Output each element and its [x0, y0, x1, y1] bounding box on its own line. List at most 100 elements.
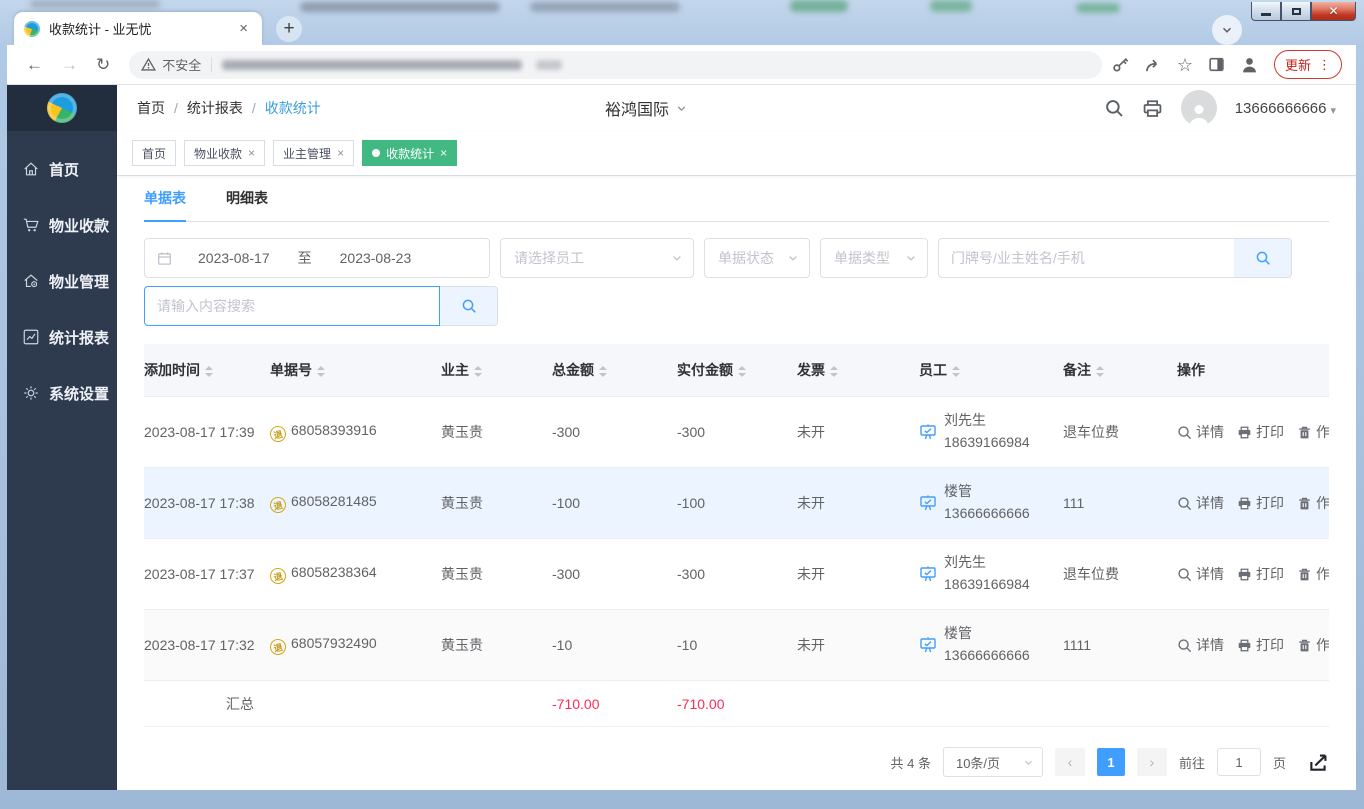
project-selector[interactable]: 裕鸿国际: [605, 96, 688, 120]
tag-property-payment[interactable]: 物业收款 ×: [184, 140, 265, 166]
tag-close-icon[interactable]: ×: [337, 146, 344, 160]
next-page-button[interactable]: ›: [1137, 748, 1167, 776]
sidebar-item-property-mgmt[interactable]: 物业管理: [7, 253, 117, 309]
password-key-icon[interactable]: [1112, 56, 1129, 73]
export-icon[interactable]: [1308, 752, 1329, 773]
sidebar-item-reports[interactable]: 统计报表: [7, 309, 117, 365]
sort-icon[interactable]: [205, 366, 213, 377]
forward-button[interactable]: →: [52, 55, 87, 75]
new-tab-button[interactable]: +: [276, 16, 302, 42]
reload-button[interactable]: ↻: [87, 55, 119, 75]
cell-paid: -300: [677, 566, 797, 582]
side-panel-icon[interactable]: [1208, 56, 1225, 73]
void-action[interactable]: 作废: [1297, 493, 1329, 513]
app-logo[interactable]: [7, 85, 117, 131]
chart-icon: [22, 328, 40, 346]
bookmark-star-icon[interactable]: ☆: [1177, 56, 1193, 74]
minimize-button[interactable]: [1251, 2, 1281, 21]
sort-icon[interactable]: [599, 366, 607, 377]
col-header[interactable]: 实付金额: [677, 360, 797, 380]
page-number-button[interactable]: 1: [1097, 748, 1125, 776]
maximize-button[interactable]: [1281, 2, 1311, 21]
sort-icon[interactable]: [317, 366, 325, 377]
col-header[interactable]: 发票: [797, 360, 919, 380]
close-button[interactable]: ✕: [1311, 2, 1356, 21]
breadcrumb-reports[interactable]: 统计报表: [187, 98, 243, 118]
active-dot-icon: [372, 149, 380, 157]
void-action[interactable]: 作废: [1297, 422, 1329, 442]
tab-search-button[interactable]: [1212, 15, 1242, 45]
cell-time: 2023-08-17 17:39: [144, 424, 270, 440]
tag-close-icon[interactable]: ×: [248, 146, 255, 160]
date-end: 2023-08-23: [340, 250, 412, 266]
col-header: 操作: [1177, 360, 1329, 380]
keyword-search-button[interactable]: [1234, 238, 1292, 278]
site-favicon-icon: [24, 21, 40, 37]
print-action[interactable]: 打印: [1237, 564, 1284, 584]
browser-profile-icon[interactable]: [1240, 55, 1259, 74]
property-icon: [22, 272, 40, 290]
sidebar-item-property-payment[interactable]: 物业收款: [7, 197, 117, 253]
date-range-picker[interactable]: 2023-08-17 至 2023-08-23: [144, 238, 490, 278]
col-header[interactable]: 添加时间: [144, 360, 270, 380]
browser-menu-icon[interactable]: ⋮: [1318, 57, 1331, 73]
void-action[interactable]: 作废: [1297, 635, 1329, 655]
sort-icon[interactable]: [474, 366, 482, 377]
tab-bill-table[interactable]: 单据表: [144, 188, 186, 221]
user-menu[interactable]: 13666666666 ▾: [1235, 100, 1336, 117]
keyword-input[interactable]: [938, 238, 1234, 278]
col-header[interactable]: 员工: [919, 360, 1063, 380]
cell-owner: 黄玉贵: [441, 564, 552, 584]
user-avatar[interactable]: [1181, 90, 1217, 126]
employee-select[interactable]: 请选择员工: [500, 238, 694, 278]
col-header[interactable]: 单据号: [270, 360, 441, 380]
share-icon[interactable]: [1144, 56, 1162, 74]
detail-action[interactable]: 详情: [1177, 564, 1224, 584]
goto-page-input[interactable]: [1217, 748, 1261, 776]
url-field[interactable]: 不安全: [129, 51, 1102, 79]
employee-name: 刘先生: [944, 410, 1030, 432]
redacted-url: [536, 60, 562, 70]
browser-tab[interactable]: 收款统计 - 业无忧 ×: [14, 12, 262, 45]
print-action[interactable]: 打印: [1237, 493, 1284, 513]
cell-bill-no: 退68058281485: [270, 493, 441, 514]
cell-remark: 退车位费: [1063, 422, 1177, 442]
content-search-button[interactable]: [440, 286, 498, 326]
col-header[interactable]: 总金额: [552, 360, 677, 380]
breadcrumb-home[interactable]: 首页: [137, 98, 165, 118]
tag-close-icon[interactable]: ×: [440, 146, 447, 160]
content-search-input[interactable]: [144, 286, 440, 326]
sort-icon[interactable]: [738, 366, 746, 377]
date-start: 2023-08-17: [198, 250, 270, 266]
sidebar-item-settings[interactable]: 系统设置: [7, 365, 117, 421]
tag-home[interactable]: 首页: [132, 140, 176, 166]
print-action[interactable]: 打印: [1237, 422, 1284, 442]
sidebar-item-home[interactable]: 首页: [7, 141, 117, 197]
bill-type-select[interactable]: 单据类型: [820, 238, 928, 278]
void-action[interactable]: 作废: [1297, 564, 1329, 584]
tab-close-icon[interactable]: ×: [235, 19, 252, 38]
sort-icon[interactable]: [830, 366, 838, 377]
breadcrumb-separator: /: [174, 100, 178, 116]
sort-icon[interactable]: [1096, 366, 1104, 377]
detail-action[interactable]: 详情: [1177, 493, 1224, 513]
back-button[interactable]: ←: [17, 55, 52, 75]
detail-action[interactable]: 详情: [1177, 635, 1224, 655]
header-print-icon[interactable]: [1142, 98, 1163, 119]
col-header[interactable]: 备注: [1063, 360, 1177, 380]
app-root: 首页 物业收款 物业管理 统计报表 系统设置: [7, 85, 1356, 790]
col-header[interactable]: 业主: [441, 360, 552, 380]
header-search-icon[interactable]: [1104, 98, 1124, 118]
tag-payment-stats[interactable]: 收款统计 ×: [362, 140, 457, 166]
page-size-select[interactable]: 10条/页: [943, 747, 1043, 777]
select-placeholder: 单据状态: [718, 248, 774, 268]
cell-owner: 黄玉贵: [441, 493, 552, 513]
detail-action[interactable]: 详情: [1177, 422, 1224, 442]
prev-page-button[interactable]: ‹: [1055, 748, 1085, 776]
sort-icon[interactable]: [952, 366, 960, 377]
tag-owner-mgmt[interactable]: 业主管理 ×: [273, 140, 354, 166]
bill-status-select[interactable]: 单据状态: [704, 238, 810, 278]
browser-update-button[interactable]: 更新 ⋮: [1274, 50, 1342, 79]
tab-detail-table[interactable]: 明细表: [226, 188, 268, 221]
print-action[interactable]: 打印: [1237, 635, 1284, 655]
